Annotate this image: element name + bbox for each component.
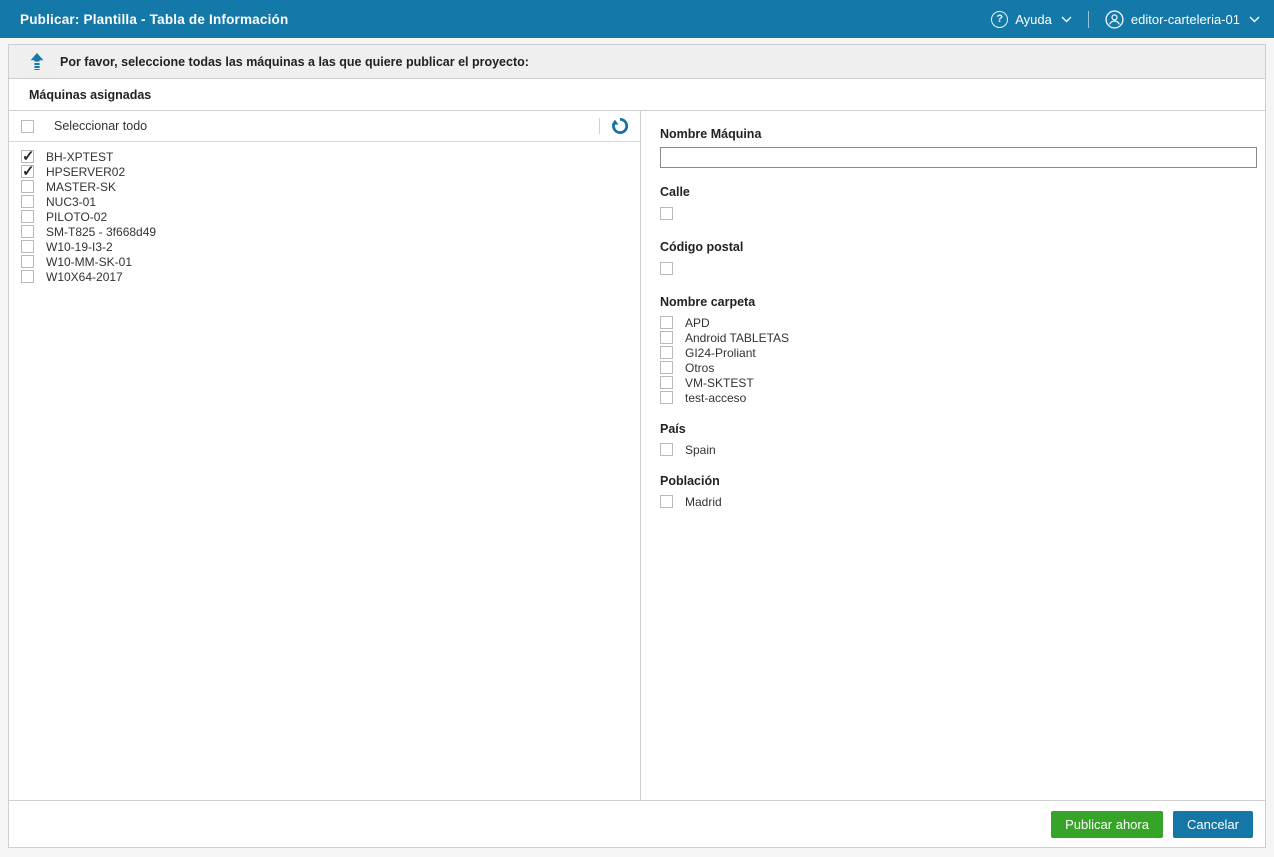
filter-city: Población Madrid [660,474,1257,509]
machine-name: SM-T825 - 3f668d49 [46,225,156,239]
refresh-button[interactable] [610,116,630,136]
user-label: editor-carteleria-01 [1131,12,1240,27]
folder-option[interactable]: Android TABLETAS [660,330,1257,345]
folder-option[interactable]: VM-SKTEST [660,375,1257,390]
machine-row[interactable]: NUC3-01 [21,194,640,209]
filter-folder: Nombre carpeta APD Android TABLETAS GI24… [660,295,1257,405]
city-option-label: Madrid [685,495,722,509]
folder-option-label: test-acceso [685,391,746,405]
folder-option[interactable]: GI24-Proliant [660,345,1257,360]
instruction-bar: Por favor, seleccione todas las máquinas… [9,45,1265,79]
section-title: Máquinas asignadas [29,88,151,102]
machine-name: HPSERVER02 [46,165,125,179]
header-divider [1088,11,1089,28]
refresh-icon [611,117,629,135]
folder-option[interactable]: Otros [660,360,1257,375]
select-all-row: Seleccionar todo [9,111,640,142]
machine-row[interactable]: W10-MM-SK-01 [21,254,640,269]
page-title: Publicar: Plantilla - Tabla de Informaci… [20,12,288,27]
folder-checkbox[interactable] [660,346,673,359]
city-label: Población [660,474,1257,488]
chevron-down-icon [1061,16,1072,23]
machine-row[interactable]: W10X64-2017 [21,269,640,284]
instruction-text: Por favor, seleccione todas las máquinas… [60,55,529,69]
chevron-down-icon [1249,16,1260,23]
filters-panel: Nombre Máquina Calle Código postal Nombr… [641,111,1265,800]
help-icon: ? [991,11,1008,28]
country-checkbox[interactable] [660,443,673,456]
folder-option-label: APD [685,316,710,330]
select-all-checkbox[interactable] [21,120,34,133]
machine-checkbox[interactable] [21,240,34,253]
folder-option-label: GI24-Proliant [685,346,756,360]
publish-dialog-panel: Por favor, seleccione todas las máquinas… [8,44,1266,848]
folder-label: Nombre carpeta [660,295,1257,309]
top-header-bar: Publicar: Plantilla - Tabla de Informaci… [0,0,1274,38]
folder-checkbox[interactable] [660,361,673,374]
folder-checkbox[interactable] [660,331,673,344]
machine-row[interactable]: HPSERVER02 [21,164,640,179]
user-icon [1105,10,1124,29]
machine-checkbox[interactable] [21,225,34,238]
machine-row[interactable]: BH-XPTEST [21,149,640,164]
publish-upload-icon [29,53,45,70]
machine-name: BH-XPTEST [46,150,113,164]
folder-checkbox[interactable] [660,316,673,329]
machine-row[interactable]: W10-19-I3-2 [21,239,640,254]
city-checkbox[interactable] [660,495,673,508]
postal-code-label: Código postal [660,240,1257,254]
postal-code-checkbox[interactable] [660,262,673,275]
toolbar-divider [599,118,600,134]
filter-street: Calle [660,185,1257,223]
country-label: País [660,422,1257,436]
filter-country: País Spain [660,422,1257,457]
section-header: Máquinas asignadas [9,79,1265,111]
user-menu[interactable]: editor-carteleria-01 [1105,10,1260,29]
machine-name: NUC3-01 [46,195,96,209]
machine-checkbox[interactable] [21,210,34,223]
help-menu[interactable]: ? Ayuda [991,11,1072,28]
machine-name-label: Nombre Máquina [660,127,1257,141]
folder-option-label: Android TABLETAS [685,331,789,345]
machine-row[interactable]: MASTER-SK [21,179,640,194]
machine-name: W10-19-I3-2 [46,240,113,254]
machine-name: W10X64-2017 [46,270,123,284]
cancel-button[interactable]: Cancelar [1173,811,1253,838]
machine-checkbox[interactable] [21,255,34,268]
select-all-label: Seleccionar todo [54,119,147,133]
machine-list-panel: Seleccionar todo BH-XPTEST [9,111,641,800]
machine-checkbox[interactable] [21,165,34,178]
filter-postal-code: Código postal [660,240,1257,278]
machine-checkbox[interactable] [21,270,34,283]
folder-option-label: VM-SKTEST [685,376,754,390]
publish-now-button[interactable]: Publicar ahora [1051,811,1163,838]
city-option[interactable]: Madrid [660,494,1257,509]
filter-machine-name: Nombre Máquina [660,127,1257,168]
machine-list: BH-XPTEST HPSERVER02 MASTER-SK NUC3-01 P… [9,142,640,284]
dialog-footer: Publicar ahora Cancelar [9,800,1265,847]
street-label: Calle [660,185,1257,199]
machine-checkbox[interactable] [21,195,34,208]
country-option[interactable]: Spain [660,442,1257,457]
machine-name-input[interactable] [660,147,1257,168]
folder-checkbox[interactable] [660,391,673,404]
machine-name: PILOTO-02 [46,210,107,224]
machine-checkbox[interactable] [21,180,34,193]
folder-option[interactable]: test-acceso [660,390,1257,405]
help-label: Ayuda [1015,12,1052,27]
machine-row[interactable]: PILOTO-02 [21,209,640,224]
machine-name: MASTER-SK [46,180,116,194]
folder-option-label: Otros [685,361,714,375]
street-checkbox[interactable] [660,207,673,220]
machine-name: W10-MM-SK-01 [46,255,132,269]
folder-option[interactable]: APD [660,315,1257,330]
folder-checkbox[interactable] [660,376,673,389]
country-option-label: Spain [685,443,716,457]
machine-row[interactable]: SM-T825 - 3f668d49 [21,224,640,239]
